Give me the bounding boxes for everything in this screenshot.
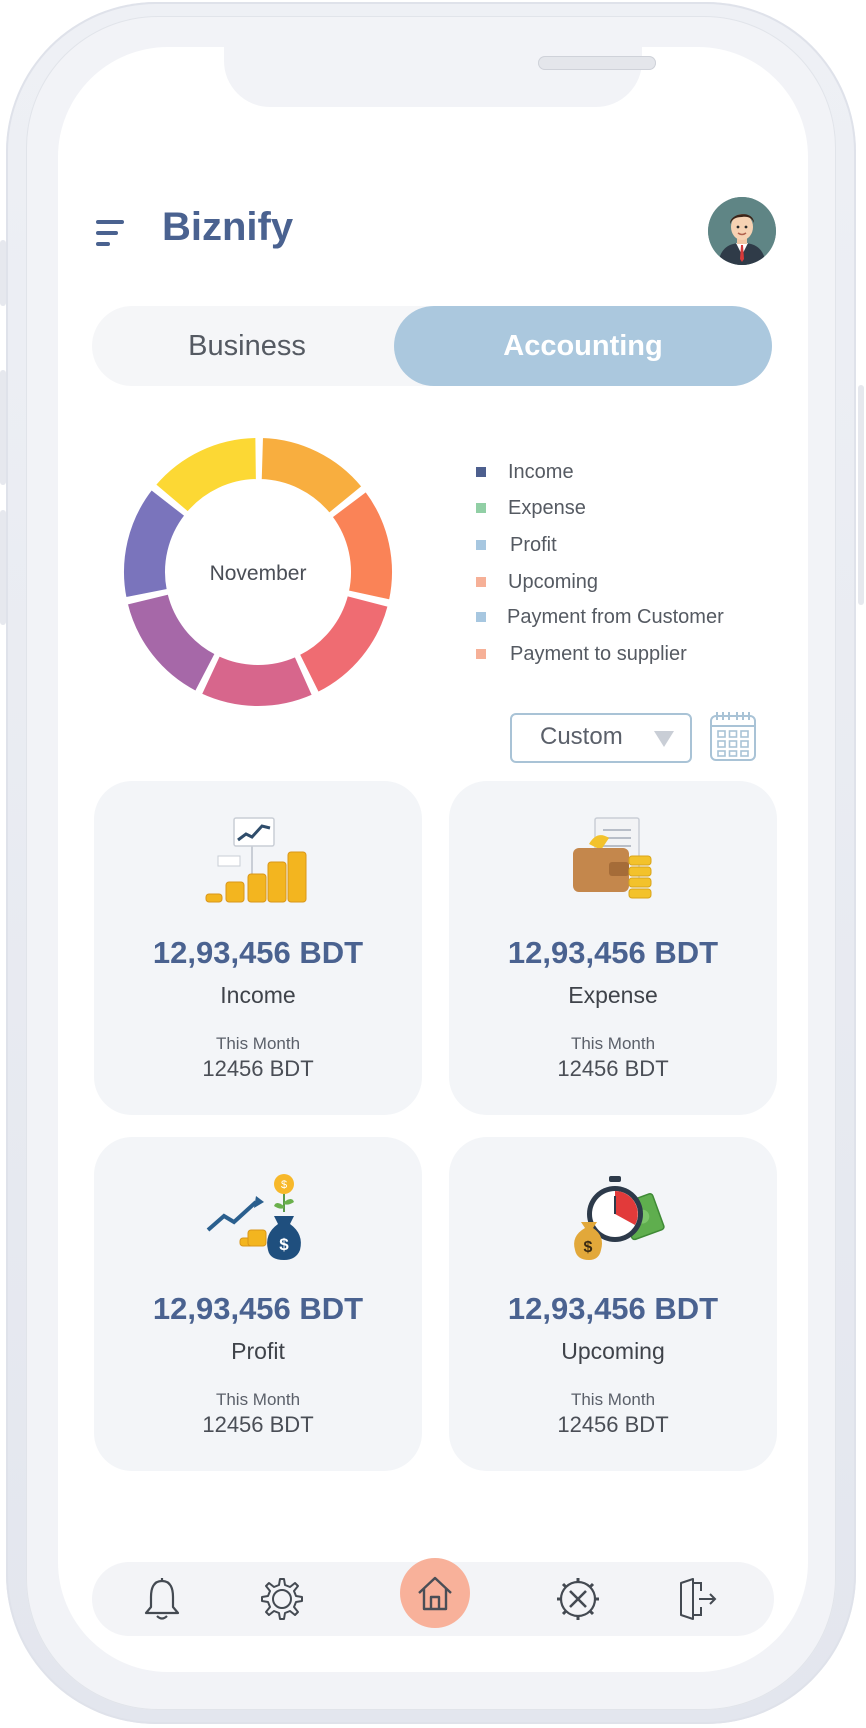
legend-swatch (476, 649, 486, 659)
svg-text:$: $ (281, 1179, 287, 1191)
coins-growth-icon (205, 817, 307, 903)
side-button (0, 370, 6, 485)
donut-slice (297, 593, 390, 695)
card-period-label: This Month (215, 1390, 301, 1409)
menu-icon[interactable] (94, 217, 126, 249)
stopwatch-money-icon: $ (574, 1176, 665, 1260)
nav-home[interactable] (400, 1558, 470, 1628)
svg-text:$: $ (279, 1235, 289, 1254)
speaker-grille (538, 56, 656, 70)
period-select[interactable]: Custom (510, 713, 692, 763)
legend-item-payment-to-supplier: Payment to supplier (476, 639, 687, 669)
donut-slice (125, 592, 217, 694)
svg-text:$: $ (584, 1239, 593, 1256)
legend-label: Profit (510, 533, 557, 556)
period-select-value: Custom (540, 723, 623, 750)
summary-card-expense[interactable]: 12,93,456 BDT Expense This Month 12456 B… (449, 781, 777, 1115)
donut-slice (259, 436, 364, 516)
card-period-value: 12456 BDT (557, 1056, 669, 1081)
tools-icon (557, 1578, 599, 1620)
calendar-icon[interactable] (709, 710, 757, 762)
legend-label: Payment from Customer (507, 605, 724, 628)
tab-business[interactable]: Business (92, 306, 402, 386)
money-bag-growth-icon: $ $ (206, 1174, 301, 1260)
legend-swatch (476, 503, 486, 513)
summary-card-income[interactable]: 12,93,456 BDT Income This Month 12456 BD… (94, 781, 422, 1115)
legend-item-expense: Expense (476, 493, 586, 523)
legend-label: Income (508, 460, 574, 483)
app-title: Biznify (162, 205, 294, 249)
notch (224, 47, 656, 107)
side-button (858, 385, 864, 605)
legend-swatch (476, 577, 486, 587)
donut-slice (122, 487, 187, 600)
card-period-value: 12456 BDT (202, 1056, 314, 1081)
wallet-bills-icon (573, 817, 652, 899)
card-period-label: This Month (570, 1390, 656, 1409)
logout-icon (680, 1578, 717, 1620)
card-title: Expense (568, 982, 658, 1008)
donut-slice (330, 489, 394, 602)
bell-icon (144, 1578, 180, 1620)
legend-item-payment-from-customer: Payment from Customer (476, 602, 724, 632)
legend-label: Expense (508, 496, 586, 519)
side-button (0, 510, 6, 625)
legend-label: Upcoming (508, 570, 599, 593)
nav-notifications[interactable] (142, 1562, 182, 1636)
side-button (0, 240, 6, 306)
legend-label: Payment to supplier (510, 642, 687, 665)
card-amount: 12,93,456 BDT (507, 1291, 719, 1326)
card-period-value: 12456 BDT (202, 1412, 314, 1437)
donut-slice (199, 654, 315, 708)
app-screen: Biznify Business Accounting November Inc… (58, 47, 808, 1672)
card-title: Upcoming (561, 1338, 665, 1364)
view-switcher: Business Accounting (92, 306, 772, 386)
card-amount: 12,93,456 BDT (152, 1291, 364, 1326)
legend-swatch (476, 612, 486, 622)
tab-accounting[interactable]: Accounting (394, 306, 772, 386)
home-icon (418, 1576, 452, 1611)
card-period-label: This Month (570, 1034, 656, 1053)
donut-center-label: November (210, 562, 307, 585)
card-period-value: 12456 BDT (557, 1412, 669, 1437)
card-title: Profit (231, 1338, 285, 1364)
donut-slice (153, 435, 258, 514)
bottom-nav (92, 1558, 774, 1636)
nav-logout[interactable] (676, 1562, 720, 1636)
legend-item-upcoming: Upcoming (476, 567, 598, 597)
summary-card-upcoming[interactable]: $ 12,93,456 BDT Upcoming This Month 1245… (449, 1137, 777, 1471)
user-avatar-icon (708, 197, 776, 265)
card-title: Income (220, 982, 296, 1008)
avatar[interactable] (708, 197, 776, 265)
chevron-down-icon (654, 731, 674, 747)
settings-icon (261, 1578, 303, 1620)
legend-item-income: Income (476, 457, 574, 487)
card-period-label: This Month (215, 1034, 301, 1053)
nav-tools[interactable] (554, 1562, 602, 1636)
legend-swatch (476, 467, 486, 477)
card-amount: 12,93,456 BDT (507, 935, 719, 970)
monthly-donut-chart: November (122, 435, 394, 708)
legend-item-profit: Profit (476, 530, 557, 560)
legend-swatch (476, 540, 486, 550)
card-amount: 12,93,456 BDT (152, 935, 364, 970)
nav-settings[interactable] (258, 1562, 306, 1636)
summary-card-profit[interactable]: $ $ 12,93,456 BDT Profit This Month 1245… (94, 1137, 422, 1471)
